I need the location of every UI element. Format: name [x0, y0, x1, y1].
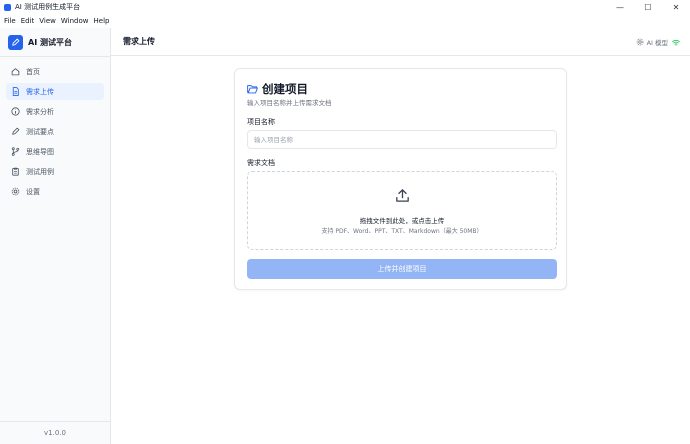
app-version: v1.0.0 — [0, 421, 110, 444]
sidebar-item-analysis[interactable]: 需求分析 — [6, 103, 104, 120]
gear-icon — [11, 187, 20, 196]
window-titlebar: AI 测试用例生成平台 — ☐ ✕ — [0, 0, 690, 14]
branch-icon — [11, 147, 20, 156]
brand-name: AI 测试平台 — [28, 37, 72, 47]
project-name-label: 项目名称 — [247, 118, 275, 126]
menu-file[interactable]: File — [4, 17, 16, 25]
sidebar-item-label: 设置 — [26, 187, 40, 196]
sidebar-item-settings[interactable]: 设置 — [6, 183, 104, 200]
minimize-button[interactable]: — — [606, 0, 634, 14]
ai-model-status[interactable]: AI 模型 — [636, 28, 680, 56]
dropzone-text: 拖拽文件到此处，或点击上传 — [359, 217, 445, 225]
sidebar-item-test-cases[interactable]: 测试用例 — [6, 163, 104, 180]
sidebar-item-label: 测试要点 — [26, 127, 54, 136]
sidebar-item-label: 需求分析 — [26, 107, 54, 116]
info-circle-icon — [11, 107, 20, 116]
card-subtitle: 输入项目名称并上传需求文档 — [247, 99, 332, 107]
menu-bar: File Edit View Window Help — [0, 14, 690, 28]
home-icon — [11, 67, 20, 76]
project-name-input[interactable] — [247, 130, 557, 149]
sidebar-item-label: 首页 — [26, 67, 40, 76]
upload-create-button[interactable]: 上传并创建项目 — [247, 259, 557, 279]
clipboard-icon — [11, 167, 20, 176]
close-button[interactable]: ✕ — [662, 0, 690, 14]
doc-label: 需求文档 — [247, 159, 275, 167]
card-header: 创建项目 — [247, 81, 308, 97]
menu-edit[interactable]: Edit — [21, 17, 35, 25]
pencil-icon — [11, 127, 20, 136]
sidebar-nav: 首页 需求上传 需求分析 测试要点 思维导图 测试用例 设置 — [0, 57, 110, 203]
maximize-button[interactable]: ☐ — [634, 0, 662, 14]
document-icon — [11, 87, 20, 96]
file-dropzone[interactable]: 拖拽文件到此处，或点击上传 支持 PDF、Word、PPT、TXT、Markdo… — [247, 171, 557, 250]
dropzone-hint: 支持 PDF、Word、PPT、TXT、Markdown（最大 50MB） — [321, 228, 483, 235]
sidebar: AI 测试平台 首页 需求上传 需求分析 测试要点 思维导图 测试用例 设置 v… — [0, 28, 111, 444]
menu-help[interactable]: Help — [94, 17, 110, 25]
menu-window[interactable]: Window — [61, 17, 89, 25]
sidebar-brand: AI 测试平台 — [0, 28, 110, 57]
sidebar-item-mindmap[interactable]: 思维导图 — [6, 143, 104, 160]
folder-open-icon — [247, 84, 258, 94]
sidebar-item-home[interactable]: 首页 — [6, 63, 104, 80]
sidebar-item-test-points[interactable]: 测试要点 — [6, 123, 104, 140]
create-project-card: 创建项目 输入项目名称并上传需求文档 项目名称 需求文档 拖拽文件到此处，或点击… — [234, 68, 567, 290]
window-controls: — ☐ ✕ — [606, 0, 690, 14]
window-title: AI 测试用例生成平台 — [15, 3, 81, 11]
page-title: 需求上传 — [123, 37, 155, 46]
gear-icon — [636, 38, 644, 46]
pencil-logo-icon — [8, 34, 23, 50]
wifi-icon — [672, 39, 680, 46]
sidebar-item-label: 需求上传 — [26, 87, 54, 96]
ai-model-label: AI 模型 — [646, 39, 668, 47]
main-content: 创建项目 输入项目名称并上传需求文档 项目名称 需求文档 拖拽文件到此处，或点击… — [111, 56, 690, 444]
menu-view[interactable]: View — [39, 17, 56, 25]
topbar: 需求上传 AI 模型 — [111, 28, 690, 56]
app-icon — [4, 3, 11, 11]
sidebar-item-label: 思维导图 — [26, 147, 54, 156]
sidebar-item-label: 测试用例 — [26, 167, 54, 176]
upload-icon — [394, 187, 411, 204]
sidebar-item-upload[interactable]: 需求上传 — [6, 83, 104, 100]
card-title: 创建项目 — [262, 82, 308, 96]
